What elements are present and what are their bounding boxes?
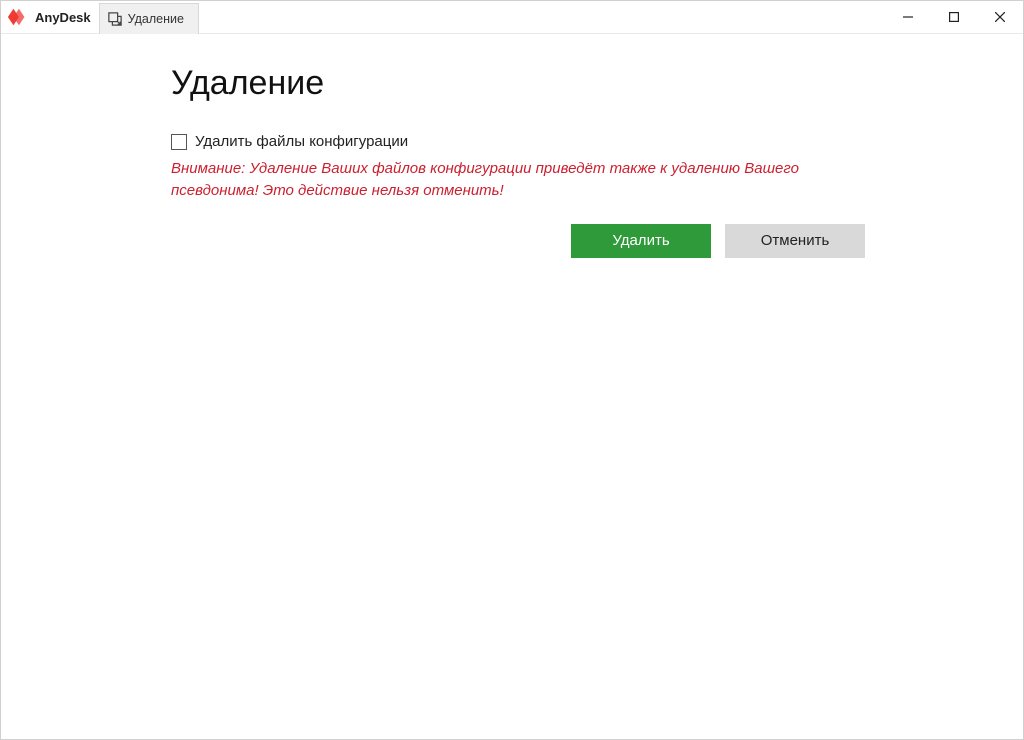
maximize-icon <box>949 12 959 22</box>
delete-button[interactable]: Удалить <box>571 224 711 258</box>
maximize-button[interactable] <box>931 1 977 33</box>
minimize-icon <box>903 12 913 22</box>
tab-uninstall[interactable]: Удаление <box>99 3 199 34</box>
button-row: Удалить Отменить <box>571 224 1023 258</box>
titlebar: AnyDesk Удаление <box>1 1 1023 34</box>
uninstall-tab-icon <box>108 12 122 26</box>
anydesk-logo-icon <box>7 6 29 28</box>
delete-config-label: Удалить файлы конфигурации <box>195 133 408 150</box>
close-button[interactable] <box>977 1 1023 33</box>
window-controls <box>885 1 1023 33</box>
delete-config-row: Удалить файлы конфигурации <box>171 133 1023 150</box>
minimize-button[interactable] <box>885 1 931 33</box>
tab-label: Удаление <box>128 12 184 26</box>
cancel-button[interactable]: Отменить <box>725 224 865 258</box>
main-content: Удаление Удалить файлы конфигурации Вним… <box>1 34 1023 739</box>
app-name: AnyDesk <box>35 10 91 25</box>
delete-config-checkbox[interactable] <box>171 134 187 150</box>
title-left: AnyDesk Удаление <box>1 1 199 33</box>
page-title: Удаление <box>171 64 1023 103</box>
close-icon <box>995 12 1005 22</box>
app-window: AnyDesk Удаление <box>0 0 1024 740</box>
warning-text: Внимание: Удаление Ваших файлов конфигур… <box>171 158 811 202</box>
